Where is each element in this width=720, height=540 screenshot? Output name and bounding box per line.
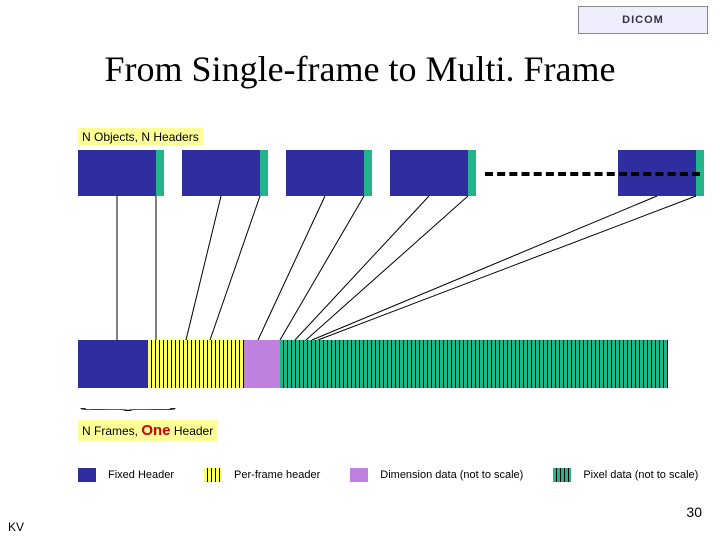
logo-text: DICOM bbox=[622, 14, 664, 26]
pixel-data-block bbox=[280, 340, 668, 388]
swatch-dimension bbox=[350, 468, 368, 482]
bottom-label-suffix: Header bbox=[171, 424, 214, 438]
pixel-block bbox=[468, 150, 476, 196]
legend: Fixed Header Per-frame header Dimension … bbox=[78, 468, 716, 482]
dimension-block bbox=[244, 340, 280, 388]
pixel-block bbox=[364, 150, 372, 196]
swatch-pixel bbox=[553, 468, 571, 482]
slide-title: From Single-frame to Multi. Frame bbox=[0, 48, 720, 90]
legend-fixed: Fixed Header bbox=[108, 469, 174, 481]
legend-dimension: Dimension data (not to scale) bbox=[380, 469, 523, 481]
ellipsis-dash bbox=[485, 172, 700, 176]
pixel-block bbox=[260, 150, 268, 196]
slide: DICOM From Single-frame to Multi. Frame … bbox=[0, 0, 720, 540]
bottom-label-emph: One bbox=[141, 422, 170, 439]
legend-perframe: Per-frame header bbox=[234, 469, 320, 481]
dicom-logo: DICOM bbox=[578, 6, 708, 34]
bottom-label-prefix: N Frames, bbox=[82, 424, 141, 438]
bottom-label: N Frames, One Header bbox=[78, 420, 217, 441]
fixed-header-block bbox=[78, 150, 156, 196]
fixed-header-block bbox=[182, 150, 260, 196]
legend-pixel: Pixel data (not to scale) bbox=[583, 469, 698, 481]
fixed-header-block bbox=[78, 340, 148, 388]
fixed-header-block bbox=[390, 150, 468, 196]
per-frame-header-block bbox=[148, 340, 244, 388]
page-number: 30 bbox=[686, 504, 702, 520]
brace-icon: ︸ bbox=[78, 405, 168, 420]
footer-initials: KV bbox=[8, 520, 24, 534]
fixed-header-block bbox=[286, 150, 364, 196]
swatch-fixed bbox=[78, 468, 96, 482]
top-label: N Objects, N Headers bbox=[78, 128, 203, 146]
pixel-block bbox=[156, 150, 164, 196]
swatch-perframe bbox=[204, 468, 222, 482]
